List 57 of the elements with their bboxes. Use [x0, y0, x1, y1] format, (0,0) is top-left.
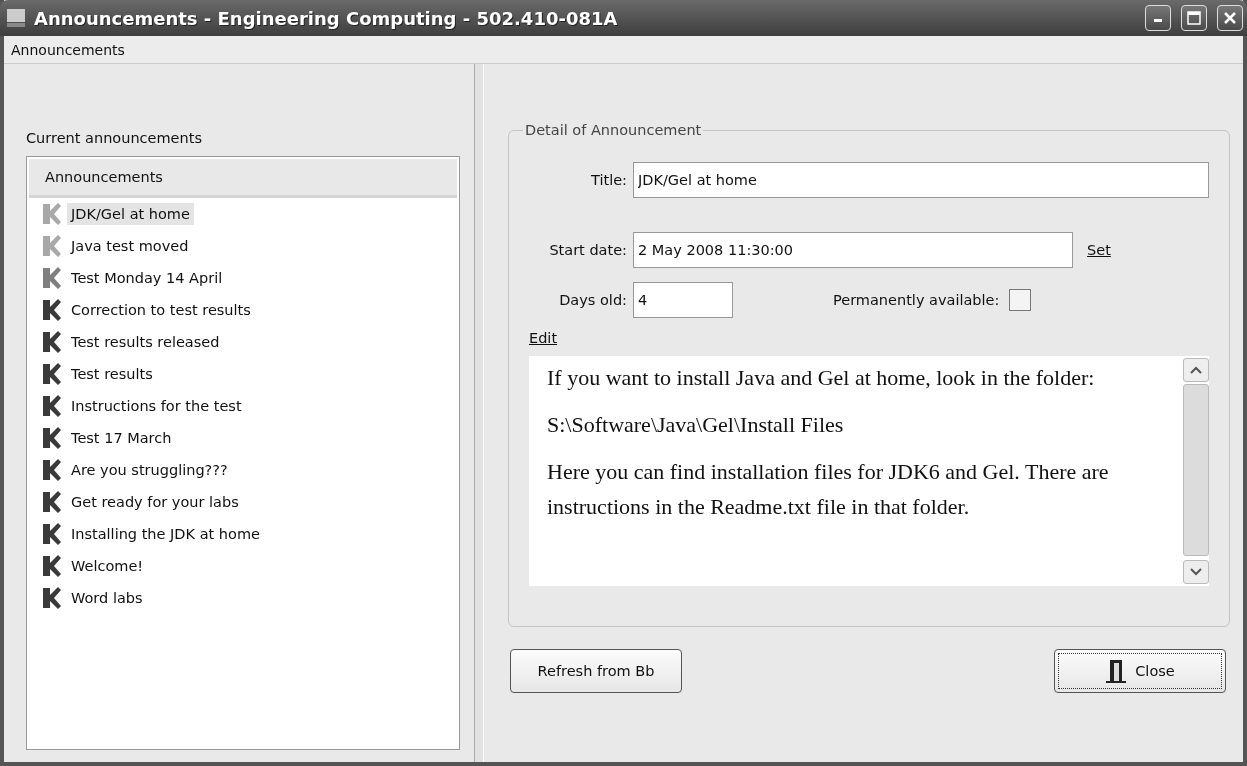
- days-old-field[interactable]: 4: [633, 282, 733, 318]
- flag-icon: [41, 394, 63, 418]
- permanent-label: Permanently available:: [833, 292, 1000, 308]
- close-button[interactable]: [1217, 5, 1243, 31]
- announcement-item[interactable]: Test results: [67, 363, 157, 385]
- flag-icon: [41, 330, 63, 354]
- column-header[interactable]: Announcements: [29, 159, 457, 198]
- start-date-label: Start date:: [548, 242, 627, 258]
- flag-icon: [41, 586, 63, 610]
- close-icon: [1223, 11, 1237, 25]
- announcement-item[interactable]: Get ready for your labs: [67, 491, 243, 513]
- window-title: Announcements - Engineering Computing - 502.410-081A: [34, 7, 619, 29]
- menu-item[interactable]: Announcements: [7, 41, 129, 58]
- announcement-item[interactable]: Correction to test results: [67, 299, 255, 321]
- flag-icon: [41, 522, 63, 546]
- group-legend: Detail of Announcement: [523, 122, 704, 138]
- close-dialog-button[interactable]: Close: [1054, 649, 1226, 693]
- announcement-item[interactable]: Are you struggling???: [67, 459, 232, 481]
- announcement-item[interactable]: Test Monday 14 April: [67, 267, 227, 289]
- door-icon: [1105, 658, 1128, 684]
- flag-icon: [41, 490, 63, 514]
- flag-icon: [41, 202, 63, 226]
- flag-icon: [41, 426, 63, 450]
- maximize-icon: [1187, 11, 1201, 25]
- days-old-label: Days old:: [558, 292, 627, 308]
- announcement-item[interactable]: Test results released: [67, 331, 224, 353]
- app-icon: [6, 8, 26, 28]
- body-paragraph: If you want to install Java and Gel at home, look in the folder:: [547, 364, 1096, 392]
- announcement-item[interactable]: Word labs: [67, 587, 147, 609]
- body-paragraph: Here you can find installation files for JDK6 and Gel. There are instructions in the Readme.txt file in that folder.: [547, 458, 1110, 521]
- refresh-button[interactable]: Refresh from Bb: [510, 649, 682, 693]
- body-paragraph: S:\Software\Java\Gel\Install Files: [547, 411, 845, 439]
- announcement-item[interactable]: JDK/Gel at home: [67, 203, 194, 225]
- permanent-checkbox[interactable]: [1009, 289, 1032, 311]
- list-label: Current announcements: [26, 130, 203, 146]
- announcement-item[interactable]: Test 17 March: [67, 427, 176, 449]
- flag-icon: [41, 298, 63, 322]
- start-date-field[interactable]: 2 May 2008 11:30:00: [633, 232, 1073, 268]
- flag-icon: [41, 266, 63, 290]
- announcement-item[interactable]: Instructions for the test: [67, 395, 246, 417]
- announcement-item[interactable]: Welcome!: [67, 555, 148, 577]
- title-label: Title:: [590, 172, 627, 188]
- maximize-button[interactable]: [1181, 5, 1207, 31]
- scrollbar[interactable]: [1183, 356, 1209, 586]
- flag-icon: [41, 362, 63, 386]
- title-field[interactable]: JDK/Gel at home: [633, 162, 1209, 198]
- flag-icon: [41, 458, 63, 482]
- set-link[interactable]: Set: [1087, 242, 1111, 258]
- announcement-body[interactable]: [529, 356, 1209, 586]
- announcement-item[interactable]: Installing the JDK at home: [67, 523, 264, 545]
- flag-icon: [41, 234, 63, 258]
- edit-link[interactable]: Edit: [529, 330, 558, 346]
- chevron-down-icon: [1190, 568, 1202, 576]
- announcement-item[interactable]: Java test moved: [67, 235, 193, 257]
- chevron-up-icon: [1190, 366, 1202, 374]
- minimize-button[interactable]: [1145, 5, 1171, 31]
- flag-icon: [41, 554, 63, 578]
